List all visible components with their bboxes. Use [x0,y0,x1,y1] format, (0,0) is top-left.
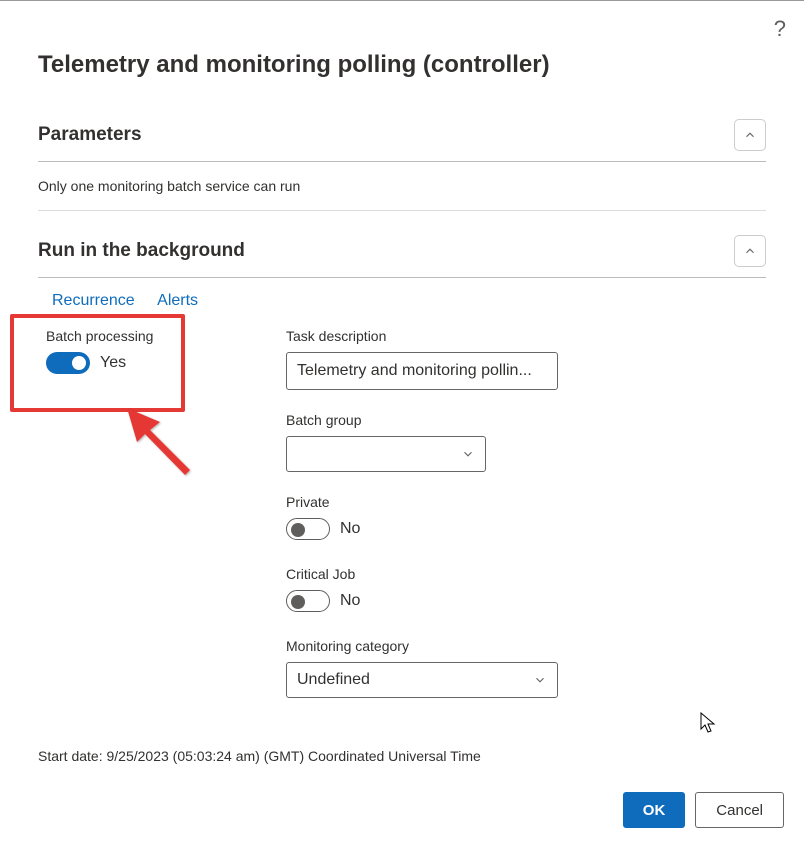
alerts-link[interactable]: Alerts [157,292,198,309]
task-description-label: Task description [286,328,766,344]
help-icon[interactable]: ? [774,16,786,42]
critical-job-label: Critical Job [286,566,766,582]
chevron-down-icon [533,673,547,687]
private-toggle[interactable] [286,518,330,540]
batch-group-select[interactable] [286,436,486,472]
private-label: Private [286,494,766,510]
batch-processing-label: Batch processing [46,328,246,344]
chevron-up-icon [743,244,757,258]
critical-job-value: No [340,592,360,610]
cursor-icon [700,712,718,734]
sub-links: Recurrence Alerts [38,278,766,320]
monitoring-category-select[interactable]: Undefined [286,662,558,698]
background-section-header: Run in the background [38,225,766,278]
batch-group-label: Batch group [286,412,766,428]
batch-processing-value: Yes [100,354,126,372]
page-title: Telemetry and monitoring polling (contro… [38,51,766,79]
recurrence-link[interactable]: Recurrence [52,292,135,309]
collapse-parameters-button[interactable] [734,119,766,151]
monitoring-category-label: Monitoring category [286,638,766,654]
monitoring-category-value: Undefined [297,671,370,689]
parameters-info: Only one monitoring batch service can ru… [38,162,766,211]
parameters-title: Parameters [38,124,142,146]
batch-processing-toggle[interactable] [46,352,90,374]
ok-button[interactable]: OK [623,792,686,828]
collapse-background-button[interactable] [734,235,766,267]
critical-job-toggle[interactable] [286,590,330,612]
parameters-section-header: Parameters [38,109,766,162]
background-title: Run in the background [38,240,245,262]
private-value: No [340,520,360,538]
chevron-down-icon [461,447,475,461]
cancel-button[interactable]: Cancel [695,792,784,828]
chevron-up-icon [743,128,757,142]
task-description-input[interactable] [286,352,558,390]
